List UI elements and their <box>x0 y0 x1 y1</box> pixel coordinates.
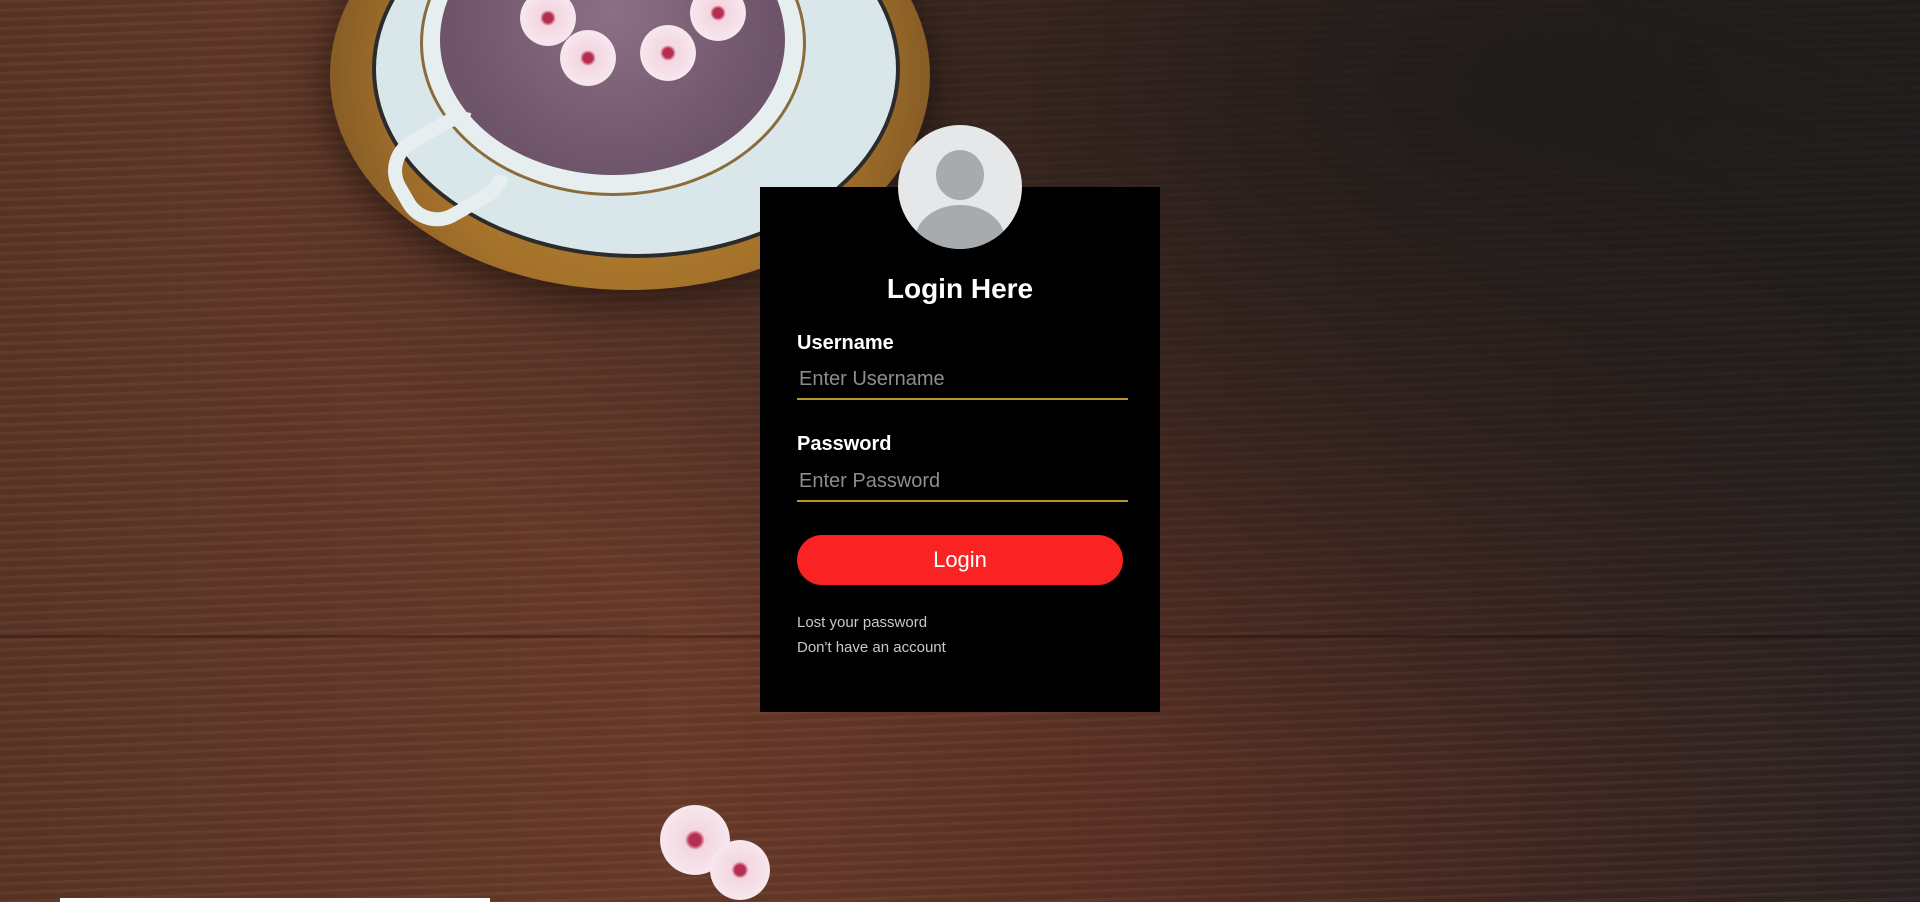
password-label: Password <box>797 433 892 455</box>
password-input[interactable] <box>797 462 1128 502</box>
avatar-body <box>915 205 1005 249</box>
blossom-decor <box>640 25 696 81</box>
login-button[interactable]: Login <box>797 535 1123 585</box>
lost-password-link[interactable]: Lost your password <box>797 614 927 631</box>
avatar-head <box>936 150 984 200</box>
blossom-decor <box>710 840 770 900</box>
horizontal-scrollbar[interactable] <box>60 898 490 902</box>
signup-link[interactable]: Don't have an account <box>797 639 946 656</box>
username-input[interactable] <box>797 360 1128 400</box>
login-title: Login Here <box>886 273 1034 304</box>
user-avatar-icon <box>898 125 1022 249</box>
blossom-decor <box>560 30 616 86</box>
login-card: Login Here Username Password Login Lost … <box>760 187 1160 712</box>
username-label: Username <box>797 332 894 354</box>
